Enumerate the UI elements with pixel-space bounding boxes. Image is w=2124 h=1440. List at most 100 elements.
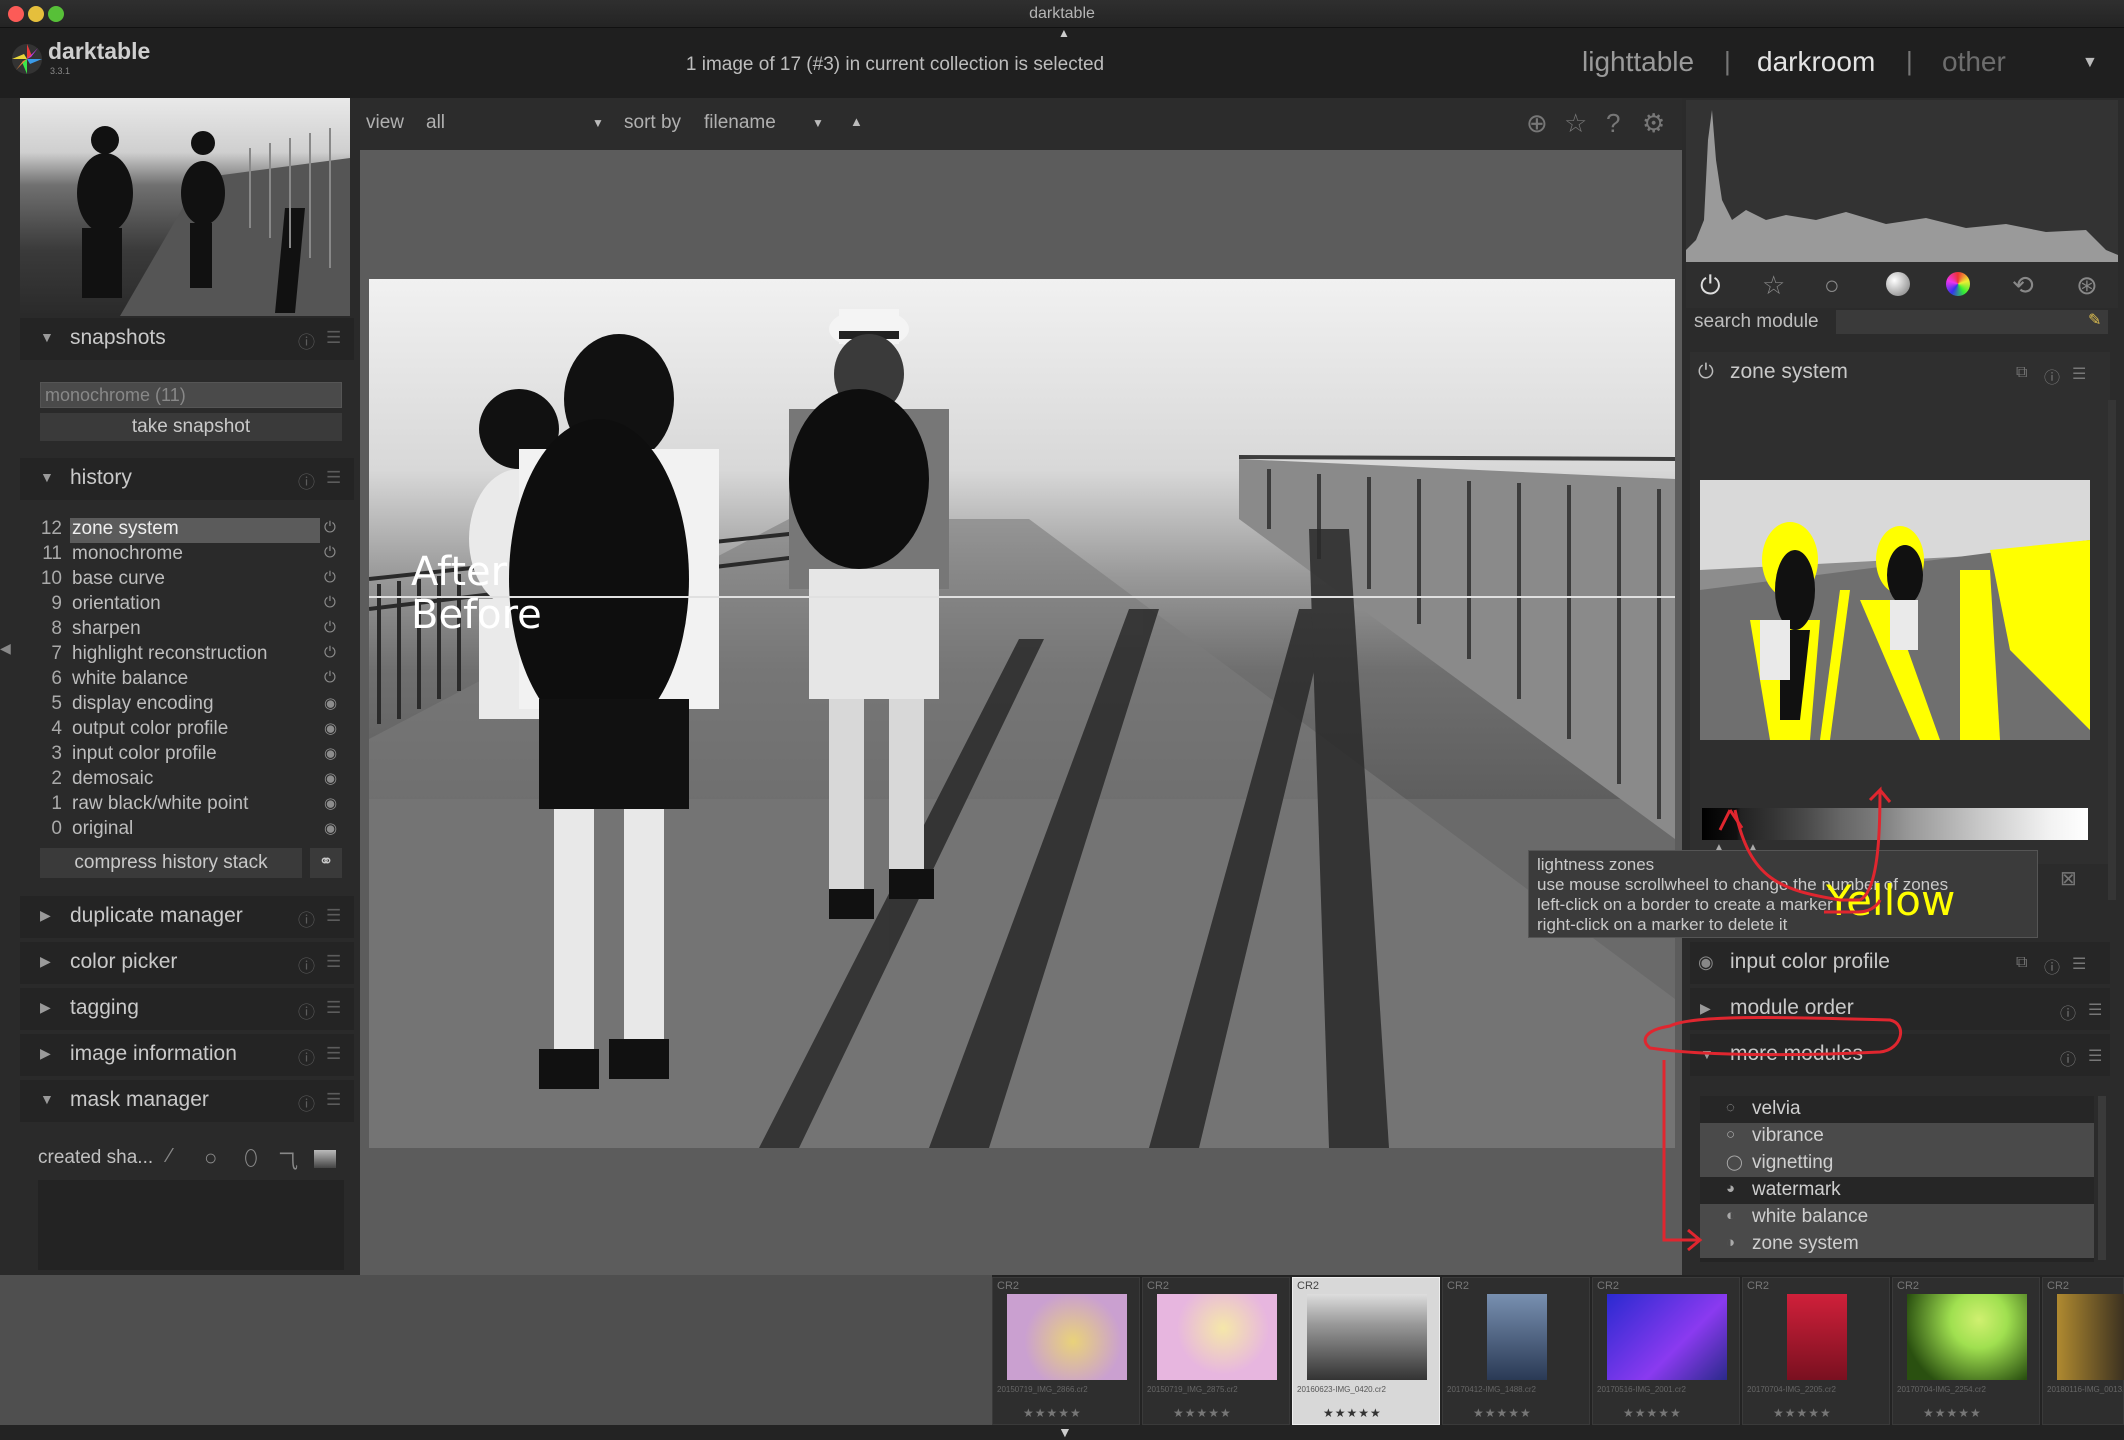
- sphere-icon[interactable]: [1886, 272, 1910, 296]
- color-picker-header[interactable]: ▶ color picker ⓘ ☰: [20, 942, 354, 984]
- reset-icon[interactable]: ⓘ: [2044, 954, 2060, 978]
- help-icon[interactable]: ?: [1606, 108, 1620, 139]
- mask-manager-header[interactable]: ▼ mask manager ⓘ ☰: [20, 1080, 354, 1122]
- history-item[interactable]: 9 orientation ⏻: [34, 593, 354, 618]
- filmstrip-thumb[interactable]: CR2 20170412-IMG_1488.cr2 ★★★★★: [1442, 1277, 1590, 1425]
- history-item[interactable]: 0 original ◉: [34, 818, 354, 843]
- circle-icon[interactable]: ○: [1824, 270, 1840, 301]
- clear-search-icon[interactable]: ✎: [2088, 310, 2101, 330]
- reset-icon[interactable]: ⓘ: [298, 468, 315, 493]
- collapse-header-icon[interactable]: ▲: [1058, 26, 1070, 40]
- view-select[interactable]: all: [426, 112, 445, 134]
- star-rating[interactable]: ★★★★★: [1023, 1406, 1082, 1420]
- star-icon[interactable]: ☆: [1564, 108, 1587, 139]
- collapse-filmstrip-icon[interactable]: ▼: [1058, 1424, 1072, 1440]
- snapshots-header[interactable]: ▼ snapshots ⓘ ☰: [20, 318, 354, 360]
- main-photo[interactable]: After Before: [369, 279, 1675, 1148]
- mask-list[interactable]: [38, 1180, 344, 1270]
- history-item[interactable]: 1 raw black/white point ◉: [34, 793, 354, 818]
- presets-icon[interactable]: ☰: [2088, 1000, 2102, 1020]
- reset-icon[interactable]: ⓘ: [298, 952, 315, 977]
- zone-system-header[interactable]: ⏻ zone system ⧉ ⓘ ☰: [1690, 352, 2110, 394]
- presets-icon[interactable]: ☰: [326, 906, 341, 926]
- histogram[interactable]: [1686, 100, 2118, 262]
- star-rating[interactable]: ★★★★★: [1773, 1406, 1832, 1420]
- presets-icon[interactable]: ☰: [326, 468, 341, 488]
- sort-dropdown-icon[interactable]: ▼: [812, 116, 824, 130]
- aperture-icon[interactable]: ⊛: [2076, 270, 2098, 301]
- ellipse-shape-icon[interactable]: ⬯: [244, 1145, 258, 1171]
- filmstrip-thumb[interactable]: CR2 20170516-IMG_2001.cr2 ★★★★★: [1592, 1277, 1740, 1425]
- refresh-icon[interactable]: ⟲: [2012, 270, 2034, 301]
- history-item[interactable]: 4 output color profile ◉: [34, 718, 354, 743]
- multi-instance-icon[interactable]: ⧉: [2016, 954, 2027, 972]
- history-item[interactable]: 3 input color profile ◉: [34, 743, 354, 768]
- compress-history-button[interactable]: compress history stack: [40, 848, 302, 878]
- presets-icon[interactable]: ☰: [2072, 364, 2086, 384]
- reset-icon[interactable]: ⓘ: [298, 906, 315, 931]
- picker-icon[interactable]: ⊠: [2060, 866, 2077, 891]
- presets-icon[interactable]: ☰: [2088, 1046, 2102, 1066]
- reset-icon[interactable]: ⓘ: [298, 1090, 315, 1115]
- presets-icon[interactable]: ☰: [326, 998, 341, 1018]
- presets-icon[interactable]: ☰: [2072, 954, 2086, 974]
- view-lighttable[interactable]: lighttable: [1582, 46, 1694, 78]
- history-item[interactable]: 8 sharpen ⏻: [34, 618, 354, 643]
- zone-preview[interactable]: [1700, 480, 2090, 740]
- filmstrip-thumb[interactable]: CR2 20150719_IMG_2866.cr2 ★★★★★: [992, 1277, 1140, 1425]
- snapshot-item[interactable]: monochrome (11): [40, 382, 342, 408]
- star-rating[interactable]: ★★★★★: [1323, 1406, 1382, 1420]
- module-list-scrollbar[interactable]: [2098, 1096, 2106, 1260]
- reset-icon[interactable]: ⓘ: [2060, 1000, 2076, 1024]
- presets-icon[interactable]: ☰: [326, 1090, 341, 1110]
- filmstrip-thumb[interactable]: CR2 20150719_IMG_2875.cr2 ★★★★★: [1142, 1277, 1290, 1425]
- reset-icon[interactable]: ⓘ: [298, 998, 315, 1023]
- presets-icon[interactable]: ☰: [326, 952, 341, 972]
- star-icon[interactable]: ☆: [1762, 270, 1785, 301]
- view-dropdown-icon[interactable]: ▼: [592, 116, 604, 130]
- filmstrip-thumb-selected[interactable]: CR2 20160623-IMG_0420.cr2 ★★★★★: [1292, 1277, 1440, 1425]
- sort-direction-icon[interactable]: ▲: [850, 114, 863, 129]
- multi-instance-icon[interactable]: ⧉: [2016, 364, 2027, 382]
- take-snapshot-button[interactable]: take snapshot: [40, 413, 342, 441]
- sort-select[interactable]: filename: [704, 112, 776, 134]
- history-item[interactable]: 7 highlight reconstruction ⏻: [34, 643, 354, 668]
- view-darkroom[interactable]: darkroom: [1757, 46, 1875, 78]
- duplicate-manager-header[interactable]: ▶ duplicate manager ⓘ ☰: [20, 896, 354, 938]
- star-rating[interactable]: ★★★★★: [1473, 1406, 1532, 1420]
- view-other[interactable]: other: [1942, 46, 2006, 78]
- history-item[interactable]: 6 white balance ⏻: [34, 668, 354, 693]
- history-item[interactable]: 5 display encoding ◉: [34, 693, 354, 718]
- compress-options-icon[interactable]: ⚭: [310, 848, 342, 878]
- tagging-header[interactable]: ▶ tagging ⓘ ☰: [20, 988, 354, 1030]
- filmstrip-thumb[interactable]: CR2 20170704-IMG_2205.cr2 ★★★★★: [1742, 1277, 1890, 1425]
- filmstrip-thumb[interactable]: CR2 20170704-IMG_2254.cr2 ★★★★★: [1892, 1277, 2040, 1425]
- triangle-down-icon[interactable]: ▼: [2082, 54, 2098, 72]
- filmstrip-thumb[interactable]: CR2 20180116-IMG_0013.cr2: [2042, 1277, 2124, 1425]
- gear-icon[interactable]: ⚙: [1642, 108, 1665, 139]
- path-shape-icon[interactable]: ⺄: [278, 1145, 298, 1174]
- star-rating[interactable]: ★★★★★: [1623, 1406, 1682, 1420]
- right-panel-scrollbar[interactable]: [2108, 400, 2116, 900]
- color-icon[interactable]: [1946, 272, 1970, 296]
- reset-icon[interactable]: ⓘ: [2044, 364, 2060, 388]
- collapse-left-panel-icon[interactable]: ◀: [0, 640, 11, 657]
- history-item[interactable]: 10 base curve ⏻: [34, 568, 354, 593]
- gradient-shape-icon[interactable]: [314, 1150, 336, 1168]
- navigation-thumbnail[interactable]: [20, 98, 350, 316]
- history-header[interactable]: ▼ history ⓘ ☰: [20, 458, 354, 500]
- star-rating[interactable]: ★★★★★: [1173, 1406, 1232, 1420]
- star-rating[interactable]: ★★★★★: [1923, 1406, 1982, 1420]
- history-item[interactable]: 2 demosaic ◉: [34, 768, 354, 793]
- reset-icon[interactable]: ⓘ: [298, 1044, 315, 1069]
- reset-icon[interactable]: ⓘ: [2060, 1046, 2076, 1070]
- presets-icon[interactable]: ☰: [326, 328, 341, 348]
- search-module-input[interactable]: [1836, 310, 2108, 334]
- image-information-header[interactable]: ▶ image information ⓘ ☰: [20, 1034, 354, 1076]
- history-item[interactable]: 12 zone system ⏻: [34, 518, 354, 543]
- history-item[interactable]: 11 monochrome ⏻: [34, 543, 354, 568]
- circle-shape-icon[interactable]: ○: [204, 1145, 217, 1171]
- power-icon[interactable]: ⏻: [1698, 361, 1714, 384]
- power-icon[interactable]: ⏻: [1700, 270, 1721, 302]
- grid-icon[interactable]: ⊕: [1526, 108, 1548, 139]
